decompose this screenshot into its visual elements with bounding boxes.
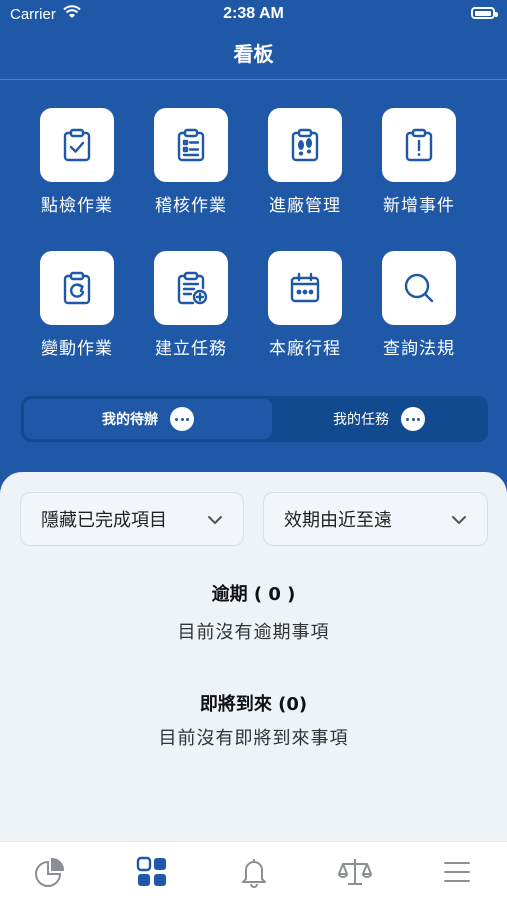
tile-entry-management[interactable]: 進廠管理 — [248, 108, 362, 216]
dropdown-value: 隱藏已完成項目 — [41, 510, 167, 531]
overdue-section: 逾期 ( 0 ) 目前沒有逾期事項 — [0, 580, 507, 644]
chevron-down-icon — [451, 509, 467, 530]
tile-inspection[interactable]: 點檢作業 — [20, 108, 134, 216]
tile-label: 新增事件 — [383, 196, 455, 216]
tile-audit[interactable]: 稽核作業 — [134, 108, 248, 216]
overdue-empty-text: 目前沒有逾期事項 — [177, 622, 330, 643]
menu-icon[interactable] — [437, 854, 477, 890]
tile-label: 查詢法規 — [383, 339, 455, 359]
tile-search-regulations[interactable]: 查詢法規 — [362, 251, 476, 359]
completed-filter-dropdown[interactable]: 隱藏已完成項目 — [20, 492, 244, 546]
tile-label: 本廠行程 — [269, 339, 341, 359]
tab-my-tasks[interactable]: 我的任務 — [273, 399, 485, 439]
overdue-heading: 逾期 ( 0 ) — [211, 584, 296, 605]
content-sheet: 隱藏已完成項目 效期由近至遠 逾期 ( 0 ) 目前沒有逾期事項 即將到來 (0… — [0, 472, 507, 842]
clipboard-check-icon — [40, 108, 114, 182]
status-bar: Carrier 2:38 AM — [0, 0, 507, 30]
tab-label: 我的待辦 — [102, 412, 158, 428]
tile-change-operation[interactable]: 變動作業 — [20, 251, 134, 359]
battery-icon — [471, 7, 498, 19]
bottom-tab-bar — [0, 841, 507, 901]
upcoming-heading: 即將到來 (0) — [199, 694, 308, 715]
clipboard-alert-icon — [382, 108, 456, 182]
more-dots-icon — [170, 407, 194, 431]
chevron-down-icon — [207, 509, 223, 530]
tile-create-task[interactable]: 建立任務 — [134, 251, 248, 359]
clipboard-refresh-icon — [40, 251, 114, 325]
more-dots-icon — [401, 407, 425, 431]
header-divider — [0, 79, 507, 80]
tile-label: 建立任務 — [155, 339, 227, 359]
sort-dropdown[interactable]: 效期由近至遠 — [263, 492, 488, 546]
pie-chart-icon[interactable] — [30, 854, 70, 890]
tile-label: 變動作業 — [41, 339, 113, 359]
tile-label: 進廠管理 — [269, 196, 341, 216]
tile-new-event[interactable]: 新增事件 — [362, 108, 476, 216]
tile-label: 點檢作業 — [41, 196, 113, 216]
segmented-control: 我的待辦 我的任務 — [21, 396, 488, 442]
calendar-icon — [268, 251, 342, 325]
clipboard-list-icon — [154, 108, 228, 182]
tile-label: 稽核作業 — [155, 196, 227, 216]
clock: 2:38 AM — [223, 5, 284, 22]
upcoming-empty-text: 目前沒有即將到來事項 — [158, 728, 349, 749]
bell-icon[interactable] — [234, 854, 274, 890]
search-icon — [382, 251, 456, 325]
page-title: 看板 — [233, 42, 274, 66]
dropdown-value: 效期由近至遠 — [284, 510, 392, 531]
tile-factory-schedule[interactable]: 本廠行程 — [248, 251, 362, 359]
tab-label: 我的任務 — [333, 412, 389, 428]
tab-my-todo[interactable]: 我的待辦 — [24, 399, 272, 439]
upcoming-section: 即將到來 (0) 目前沒有即將到來事項 — [0, 690, 507, 750]
clipboard-add-icon — [154, 251, 228, 325]
scale-icon[interactable] — [335, 854, 375, 890]
dashboard-grid-icon[interactable] — [132, 854, 172, 890]
footprints-icon — [268, 108, 342, 182]
